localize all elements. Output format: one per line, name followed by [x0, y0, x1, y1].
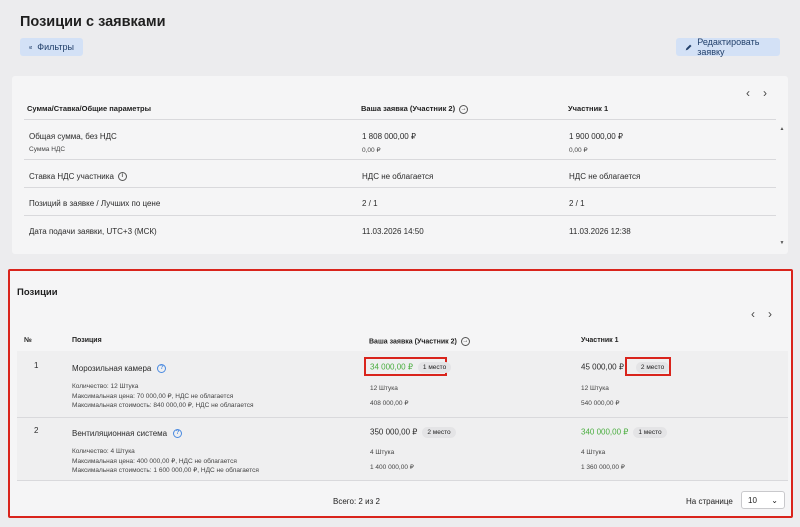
p1-qty: 4 Штука: [581, 449, 606, 456]
info-icon[interactable]: i: [117, 172, 127, 182]
positions-card: Позиции ‹ › № Позиция Ваша заявка (Участ…: [8, 269, 793, 518]
prev-page-icon[interactable]: ‹: [751, 307, 755, 321]
position-detail: Максимальная цена: 70 000,00 ₽, НДС не о…: [72, 393, 234, 400]
positions-pager: ‹ ›: [751, 307, 772, 321]
summary-pager: ‹ ›: [746, 86, 767, 100]
p1-positions: 2 / 1: [569, 199, 585, 208]
p1-price: 340 000,00 ₽1 место: [581, 427, 667, 438]
your-price: 34 000,00 ₽1 место: [370, 362, 452, 373]
per-page-select[interactable]: 10 ⌄: [741, 491, 785, 509]
arrow-right-circle-icon[interactable]: →: [459, 104, 469, 114]
next-page-icon[interactable]: ›: [768, 307, 772, 321]
page-title: Позиции с заявками: [20, 14, 166, 30]
scrollbar[interactable]: ▲ ▼: [778, 126, 786, 246]
row-label: Дата подачи заявки, UTC+3 (МСК): [29, 227, 157, 236]
edit-bid-label: Редактировать заявку: [697, 37, 760, 57]
divider: [24, 215, 776, 216]
divider: [24, 159, 776, 160]
row-label: Позиций в заявке / Лучших по цене: [29, 199, 161, 208]
position-detail: Максимальная цена: 400 000,00 ₽, НДС не …: [72, 458, 237, 465]
your-date: 11.03.2026 14:50: [362, 227, 424, 236]
total-count: Всего: 2 из 2: [333, 497, 380, 506]
filters-label: Фильтры: [37, 42, 74, 52]
place-badge: 1 место: [417, 362, 452, 373]
divider: [17, 480, 788, 481]
position-detail: Количество: 4 Штука: [72, 448, 135, 455]
your-qty: 12 Штука: [370, 385, 398, 392]
row-label: Общая сумма, без НДС: [29, 132, 117, 141]
divider: [24, 187, 776, 188]
your-vat: 0,00 ₽: [362, 147, 381, 154]
col-header-params: Сумма/Ставка/Общие параметры: [27, 104, 152, 113]
arrow-right-circle-icon[interactable]: →: [460, 337, 470, 346]
help-icon[interactable]: ?: [157, 364, 167, 374]
per-page-value: 10: [748, 495, 757, 505]
row-number: 1: [34, 361, 39, 370]
your-vat-rate: НДС не облагается: [362, 172, 434, 181]
your-positions: 2 / 1: [362, 199, 378, 208]
your-price: 350 000,00 ₽2 место: [370, 427, 456, 438]
p1-date: 11.03.2026 12:38: [569, 227, 631, 236]
your-qty: 4 Штука: [370, 449, 395, 456]
edit-bid-button[interactable]: Редактировать заявку: [676, 37, 780, 57]
col-header-participant1: Участник 1: [568, 104, 609, 113]
prev-page-icon[interactable]: ‹: [746, 86, 750, 100]
sliders-icon: [29, 45, 33, 49]
place-badge: 2 место: [635, 362, 670, 373]
p1-qty: 12 Штука: [581, 385, 609, 392]
place-badge: 2 место: [422, 427, 456, 438]
col-header-num: №: [24, 337, 32, 344]
p1-price: 45 000,00 ₽2 место: [581, 362, 670, 373]
p1-vat: 0,00 ₽: [569, 147, 588, 154]
p1-total: 1 900 000,00 ₽: [569, 132, 624, 141]
next-page-icon[interactable]: ›: [763, 86, 767, 100]
position-name: Вентиляционная система?: [72, 429, 183, 439]
place-badge: 1 место: [633, 427, 667, 438]
your-line-total: 1 400 000,00 ₽: [370, 464, 414, 471]
position-detail: Максимальная стоимость: 1 600 000,00 ₽, …: [72, 467, 259, 474]
col-header-your-bid: Ваша заявка (Участник 2) →: [369, 337, 470, 346]
pencil-icon: [685, 44, 692, 50]
per-page-label: На странице: [686, 497, 733, 506]
positions-title: Позиции: [17, 287, 58, 298]
help-icon[interactable]: ?: [173, 429, 183, 439]
col-header-position: Позиция: [72, 337, 102, 344]
row-label: Ставка НДС участника i: [29, 172, 127, 182]
row-number: 2: [34, 426, 39, 435]
scroll-down-icon[interactable]: ▼: [778, 240, 786, 246]
col-header-participant1: Участник 1: [581, 337, 619, 344]
p1-vat-rate: НДС не облагается: [569, 172, 641, 181]
chevron-down-icon: ⌄: [771, 495, 778, 505]
p1-line-total: 1 360 000,00 ₽: [581, 464, 625, 471]
position-detail: Количество: 12 Штука: [72, 383, 139, 390]
filters-button[interactable]: Фильтры: [20, 38, 83, 56]
col-header-your-bid: Ваша заявка (Участник 2) →: [361, 104, 469, 114]
divider: [24, 119, 776, 120]
your-total: 1 808 000,00 ₽: [362, 132, 417, 141]
scroll-up-icon[interactable]: ▲: [778, 126, 786, 132]
p1-line-total: 540 000,00 ₽: [581, 400, 620, 407]
position-detail: Максимальная стоимость: 840 000,00 ₽, НД…: [72, 402, 254, 409]
your-line-total: 408 000,00 ₽: [370, 400, 409, 407]
row-sublabel: Сумма НДС: [29, 146, 66, 153]
position-name: Морозильная камера?: [72, 364, 167, 374]
summary-card: ‹ › Сумма/Ставка/Общие параметры Ваша за…: [12, 76, 788, 254]
